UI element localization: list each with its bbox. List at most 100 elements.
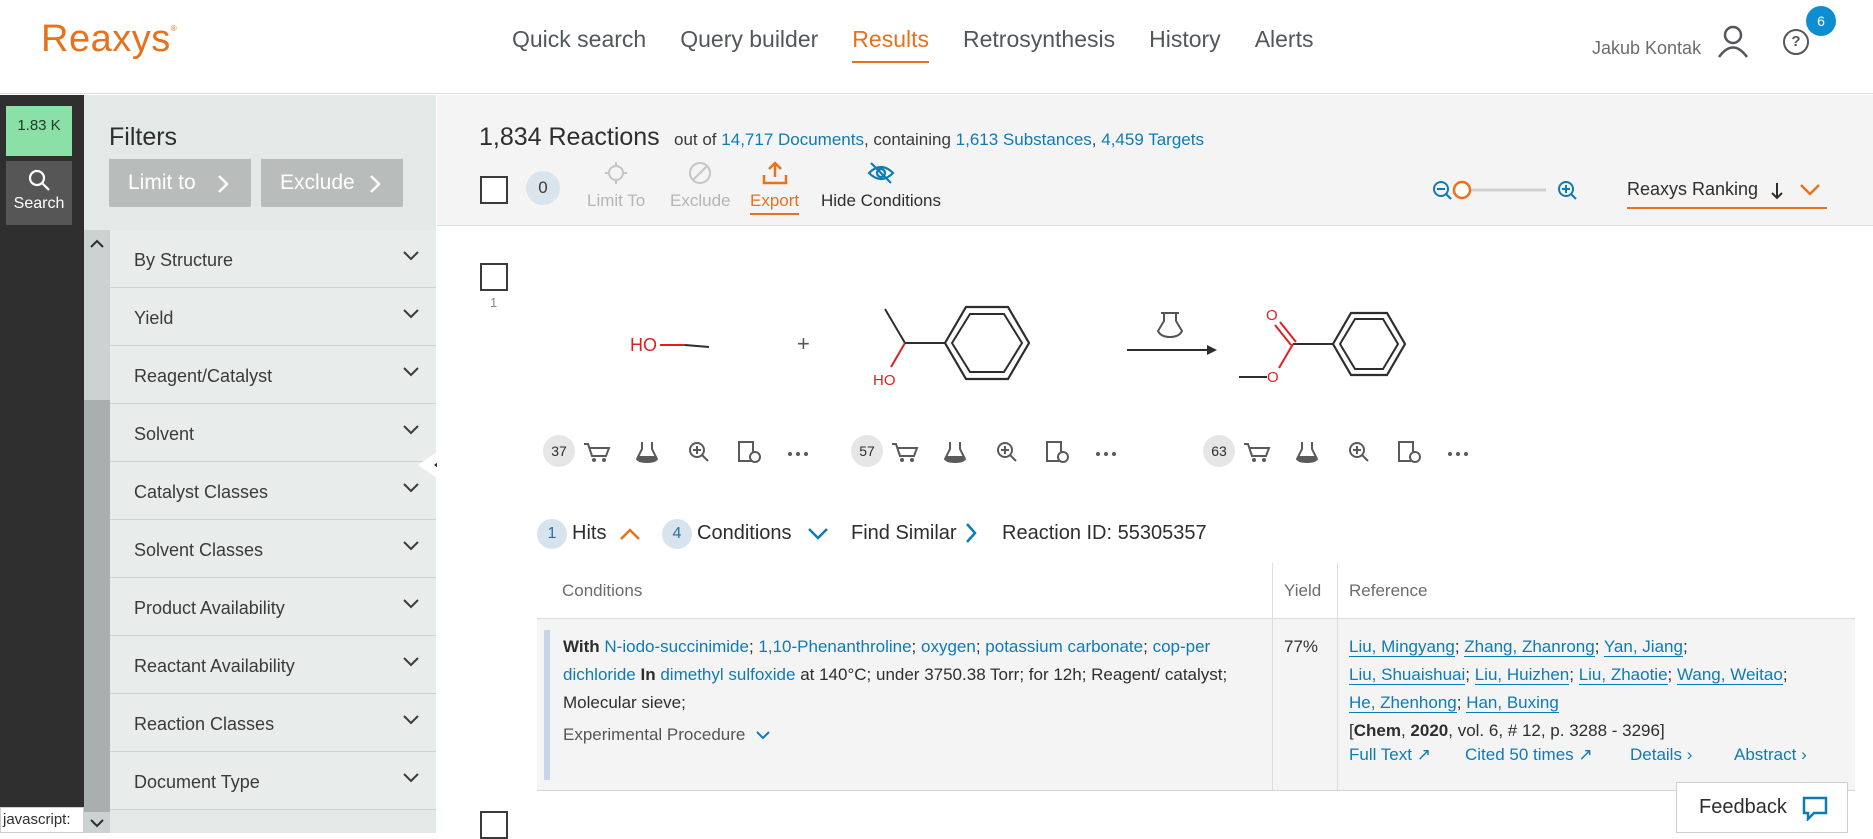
author-link[interactable]: Liu, Huizhen: [1474, 665, 1570, 685]
reagent-link[interactable]: potassium carbonate: [985, 637, 1143, 656]
nav-results[interactable]: Results: [852, 26, 929, 63]
table-row: With N-iodo-succinimide; 1,10-Phenanthro…: [537, 618, 1855, 791]
row-highlight-bar: [544, 630, 550, 780]
solvent-link[interactable]: dimethyl sulfoxide: [660, 665, 795, 684]
chevron-down-icon: [403, 483, 419, 493]
header-reference: Reference: [1349, 581, 1428, 600]
user-icon[interactable]: [1716, 24, 1750, 58]
document-info-icon: [1046, 441, 1069, 463]
user-name[interactable]: Jakub Kontak: [1592, 38, 1701, 59]
nav-alerts[interactable]: Alerts: [1255, 26, 1314, 63]
filter-reactant-availability[interactable]: Reactant Availability: [110, 636, 436, 694]
help-icon[interactable]: ?: [1783, 29, 1809, 55]
reactant-2-count[interactable]: 57: [851, 435, 883, 467]
sort-dropdown[interactable]: Reaxys Ranking: [1627, 179, 1827, 209]
chevron-right-icon: [218, 175, 229, 193]
find-similar-link[interactable]: Find Similar: [851, 522, 957, 545]
conditions-toggle[interactable]: Conditions: [697, 522, 792, 545]
chevron-right-icon: [370, 175, 381, 193]
nav-retrosynthesis[interactable]: Retrosynthesis: [963, 26, 1115, 63]
scrollbar-thumb[interactable]: [84, 400, 110, 812]
documents-link[interactable]: 14,717 Documents: [721, 130, 864, 149]
scroll-up-icon[interactable]: [89, 236, 105, 252]
reaction-scheme[interactable]: HO + HO O O: [627, 295, 1527, 445]
filter-by-structure[interactable]: By Structure: [110, 230, 436, 288]
product-count[interactable]: 63: [1203, 435, 1235, 467]
magnify-plus-icon: [997, 442, 1017, 462]
document-info-icon: [738, 441, 761, 463]
author-link[interactable]: Liu, Shuaishuai: [1349, 665, 1466, 685]
author-link[interactable]: He, Zhenhong: [1349, 693, 1457, 713]
filter-solvent[interactable]: Solvent: [110, 404, 436, 462]
limit-to-button[interactable]: Limit to: [109, 159, 251, 207]
cart-icon: [892, 443, 919, 462]
reagent-link[interactable]: N-iodo-succinimide: [604, 637, 749, 656]
hide-conditions-tool[interactable]: Hide Conditions: [821, 161, 941, 211]
nav-history[interactable]: History: [1149, 26, 1221, 63]
reagent-link[interactable]: 1,10-Phenanthroline: [758, 637, 911, 656]
next-reaction-checkbox[interactable]: [480, 811, 508, 839]
reaction-checkbox[interactable]: [480, 263, 508, 291]
zoom-handle: [1452, 180, 1472, 200]
reactant-1-count[interactable]: 37: [543, 435, 575, 467]
nav-quick-search[interactable]: Quick search: [512, 26, 646, 63]
notification-badge[interactable]: 6: [1806, 6, 1836, 36]
chevron-down-icon: [403, 773, 419, 783]
magnify-plus-icon: [689, 442, 709, 462]
exclude-button[interactable]: Exclude: [261, 159, 403, 207]
feedback-button[interactable]: Feedback: [1676, 782, 1848, 833]
search-button[interactable]: Search: [6, 161, 72, 225]
chevron-down-icon: [756, 731, 770, 740]
limit-to-tool[interactable]: Limit To: [587, 161, 645, 211]
filters-scrollbar[interactable]: [84, 230, 110, 833]
nav-query-builder[interactable]: Query builder: [680, 26, 818, 63]
abstract-link[interactable]: Abstract ›: [1734, 745, 1807, 765]
product-actions[interactable]: [1242, 440, 1472, 464]
reaction-index: 1: [490, 295, 498, 310]
experimental-procedure-toggle[interactable]: Experimental Procedure: [563, 725, 770, 745]
hits-toggle[interactable]: Hits: [572, 522, 606, 545]
filter-list: By Structure Yield Reagent/Catalyst Solv…: [110, 230, 436, 810]
cited-link[interactable]: Cited 50 times ↗: [1465, 745, 1593, 765]
reagent-link[interactable]: oxygen: [921, 637, 976, 656]
filter-reaction-classes[interactable]: Reaction Classes: [110, 694, 436, 752]
chevron-down-icon: [403, 251, 419, 261]
targets-link[interactable]: 4,459 Targets: [1101, 130, 1204, 149]
author-link[interactable]: Zhang, Zhanrong: [1464, 637, 1595, 657]
author-link[interactable]: Liu, Zhaotie: [1578, 665, 1668, 685]
filter-product-availability[interactable]: Product Availability: [110, 578, 436, 636]
select-all-checkbox[interactable]: [480, 176, 508, 204]
author-link[interactable]: Wang, Weitao: [1676, 665, 1783, 685]
chevron-down-icon[interactable]: [807, 527, 829, 541]
export-tool[interactable]: Export: [750, 161, 800, 215]
author-link[interactable]: Yan, Jiang: [1603, 637, 1683, 657]
filter-document-type[interactable]: Document Type: [110, 752, 436, 810]
conditions-text: With N-iodo-succinimide; 1,10-Phenanthro…: [563, 637, 1228, 712]
reactant-1-actions[interactable]: [582, 440, 812, 464]
author-link[interactable]: Han, Buxing: [1466, 693, 1559, 713]
filter-reagent-catalyst[interactable]: Reagent/Catalyst: [110, 346, 436, 404]
citation: [Chem, 2020, vol. 6, # 12, p. 3288 - 329…: [1349, 721, 1665, 740]
scroll-down-icon[interactable]: [89, 815, 105, 831]
selected-count: 0: [526, 171, 560, 205]
zoom-slider[interactable]: [1432, 179, 1582, 203]
full-text-link[interactable]: Full Text ↗: [1349, 745, 1431, 765]
reaxys-logo[interactable]: Reaxys®: [41, 18, 177, 61]
o-label: O: [1267, 369, 1279, 386]
exclude-tool[interactable]: Exclude: [670, 161, 730, 211]
filter-catalyst-classes[interactable]: Catalyst Classes: [110, 462, 436, 520]
filter-solvent-classes[interactable]: Solvent Classes: [110, 520, 436, 578]
results-summary: out of 14,717 Documents, containing 1,61…: [674, 130, 1204, 149]
author-link[interactable]: Liu, Mingyang: [1349, 637, 1455, 657]
substances-link[interactable]: 1,613 Substances: [956, 130, 1092, 149]
results-main: 1,834 Reactions out of 14,717 Documents,…: [437, 95, 1873, 833]
reactant-2-actions[interactable]: [890, 440, 1120, 464]
chevron-up-icon[interactable]: [619, 527, 641, 541]
details-link[interactable]: Details ›: [1630, 745, 1692, 765]
plus-sign: +: [797, 331, 810, 356]
filter-yield[interactable]: Yield: [110, 288, 436, 346]
hits-count: 1: [537, 519, 567, 549]
chevron-right-icon[interactable]: [965, 522, 977, 544]
zoom-out-icon: [1433, 181, 1452, 200]
yield-value: 77%: [1284, 637, 1319, 656]
